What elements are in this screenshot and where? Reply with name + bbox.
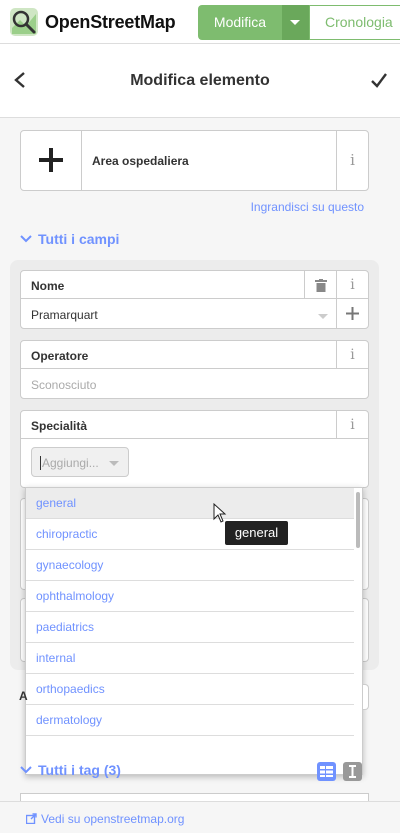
option-internal[interactable]: internal [26, 643, 354, 674]
preset-card[interactable]: Area ospedaliera i [20, 130, 369, 191]
speciality-dropdown-caret-icon[interactable] [109, 461, 119, 466]
external-link-icon [26, 813, 37, 824]
name-input[interactable]: Pramarquart [31, 308, 98, 322]
operator-field-label: Operatore [31, 349, 89, 363]
brand-name[interactable]: OpenStreetMap [45, 12, 176, 33]
text-view-icon[interactable] [343, 762, 362, 781]
partial-field-input [363, 684, 369, 710]
speciality-options-dropdown: general chiropractic gynaecology ophthal… [25, 487, 363, 775]
option-ophthalmology[interactable]: ophthalmology [26, 581, 354, 612]
speciality-add-input[interactable]: Aggiungi... [31, 447, 129, 477]
sidebar-footer: Vedi su openstreetmap.org [0, 801, 400, 833]
speciality-field-header: Specialità i [21, 411, 368, 439]
page-title: Modifica elemento [130, 72, 270, 89]
edit-dropdown-caret-icon[interactable] [282, 5, 309, 40]
operator-field: Operatore i Sconosciuto [20, 340, 369, 399]
sidebar-header: Modifica elemento [0, 44, 400, 118]
name-field: Nome i Pramarquart [20, 270, 369, 329]
option-paediatrics[interactable]: paediatrics [26, 612, 354, 643]
zoom-to-link[interactable]: Ingrandisci su questo [251, 200, 364, 214]
option-dermatology[interactable]: dermatology [26, 705, 354, 736]
top-bar: OpenStreetMap Modifica Cronologia [0, 0, 400, 44]
operator-field-header: Operatore i [21, 341, 368, 369]
speciality-field: Specialità i Aggiungi... [20, 410, 369, 488]
partial-field-label: A [19, 689, 28, 703]
chevron-down-icon [20, 766, 32, 774]
mouse-pointer-icon [213, 503, 227, 523]
trash-icon[interactable] [304, 271, 336, 299]
dropdown-scrollbar[interactable] [356, 492, 360, 548]
plus-icon [346, 307, 359, 320]
option-tooltip: general [225, 521, 288, 545]
speciality-placeholder: Aggiungi... [42, 456, 99, 470]
view-on-osm-link[interactable]: Vedi su openstreetmap.org [41, 812, 184, 826]
all-tags-label: Tutti i tag (3) [38, 762, 121, 778]
operator-input[interactable]: Sconosciuto [31, 378, 96, 392]
speciality-field-label: Specialità [31, 419, 88, 433]
operator-info-icon[interactable]: i [336, 341, 368, 369]
editor-sidebar: Modifica elemento Area ospedaliera i Ing… [0, 44, 400, 833]
edit-button[interactable]: Modifica [198, 5, 309, 40]
name-field-header: Nome i [21, 271, 368, 299]
history-button[interactable]: Cronologia [309, 5, 400, 40]
openstreetmap-logo-icon [10, 8, 38, 36]
option-gynaecology[interactable]: gynaecology [26, 550, 354, 581]
add-localized-name-button[interactable] [336, 299, 368, 328]
option-orthopaedics[interactable]: orthopaedics [26, 674, 354, 705]
speciality-info-icon[interactable]: i [336, 411, 368, 439]
list-view-icon[interactable] [317, 762, 336, 781]
chevron-down-icon [20, 235, 32, 243]
edit-button-label: Modifica [213, 14, 267, 30]
text-cursor [40, 456, 41, 470]
all-fields-toggle[interactable]: Tutti i campi [20, 231, 119, 247]
plus-icon [39, 148, 63, 172]
name-field-label: Nome [31, 279, 65, 293]
preset-name: Area ospedaliera [92, 154, 189, 168]
close-check-icon[interactable] [370, 71, 388, 89]
preset-info-icon[interactable]: i [336, 131, 368, 190]
name-combo-chevron-icon[interactable] [318, 314, 328, 319]
name-info-icon[interactable]: i [336, 271, 368, 299]
option-general[interactable]: general [26, 488, 354, 519]
all-fields-label: Tutti i campi [38, 231, 120, 247]
option-chiropractic[interactable]: chiropractic [26, 519, 354, 550]
preset-icon-box[interactable] [21, 131, 82, 190]
all-tags-toggle[interactable]: Tutti i tag (3) [20, 762, 121, 778]
